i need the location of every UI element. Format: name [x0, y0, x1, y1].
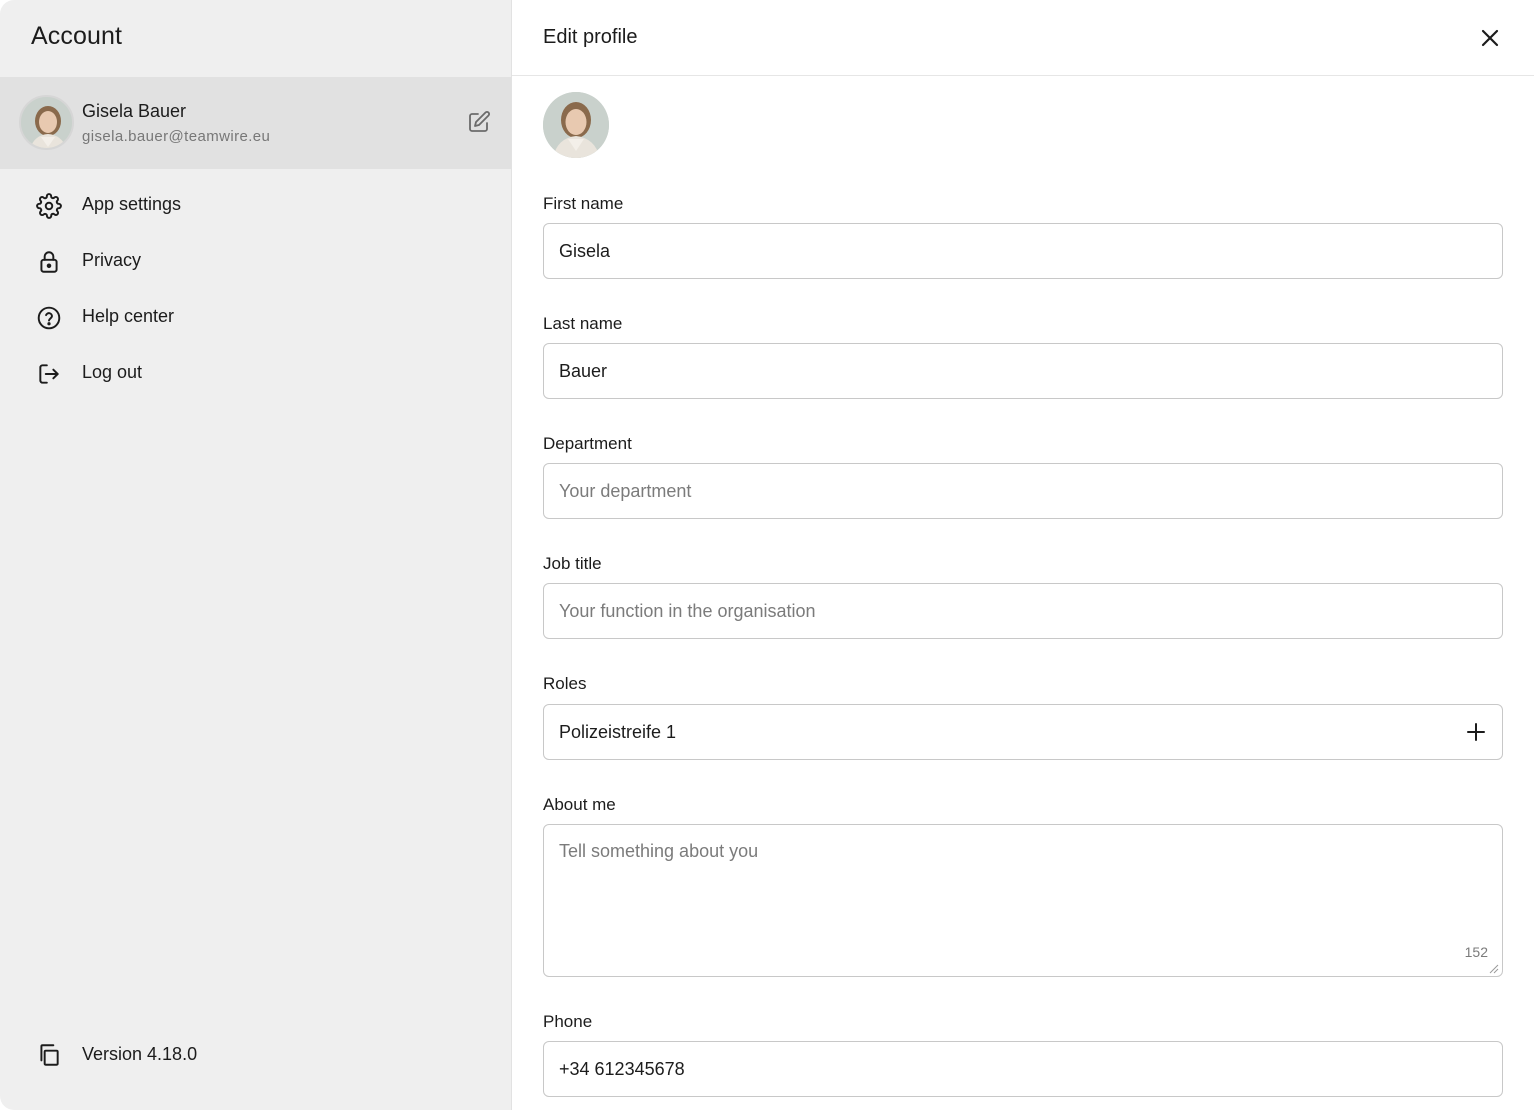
menu-item-label: Log out: [82, 362, 143, 382]
about-me-field: 152: [543, 824, 1503, 977]
logout-icon: [36, 361, 62, 387]
profile-email: gisela.bauer@teamwire.eu: [82, 128, 271, 145]
profile-card[interactable]: Gisela Bauer gisela.bauer@teamwire.eu: [0, 77, 511, 169]
copy-icon[interactable]: [36, 1042, 62, 1068]
help-circle-icon: [36, 305, 62, 331]
job-title-input[interactable]: [543, 583, 1503, 639]
version-label: Version 4.18.0: [82, 1044, 198, 1064]
about-me-label: About me: [543, 795, 616, 814]
last-name-input[interactable]: [543, 343, 1503, 399]
first-name-input[interactable]: [543, 223, 1503, 279]
department-input[interactable]: [543, 463, 1503, 519]
about-me-textarea[interactable]: [544, 825, 1502, 976]
menu-item-log-out[interactable]: Log out: [0, 349, 511, 397]
char-counter: 152: [1464, 944, 1488, 960]
profile-name: Gisela Bauer: [82, 101, 187, 121]
sidebar-title: Account: [31, 22, 123, 50]
app-window: Account Gisela Bauer gisela.bauer@teamwi…: [0, 0, 1534, 1110]
lock-icon: [36, 249, 62, 275]
account-sidebar: Account Gisela Bauer gisela.bauer@teamwi…: [0, 0, 512, 1110]
phone-input[interactable]: [543, 1041, 1503, 1097]
menu-item-label: App settings: [82, 194, 182, 214]
roles-label: Roles: [543, 674, 587, 693]
department-label: Department: [543, 434, 632, 453]
app-version: Version 4.18.0: [0, 1030, 511, 1078]
profile-photo[interactable]: [543, 92, 609, 158]
menu-item-label: Help center: [82, 306, 175, 326]
menu-item-label: Privacy: [82, 250, 142, 270]
job-title-label: Job title: [543, 554, 602, 573]
menu-item-help-center[interactable]: Help center: [0, 293, 511, 341]
resize-handle-icon[interactable]: [1487, 961, 1499, 974]
edit-profile-icon[interactable]: [467, 110, 491, 134]
first-name-label: First name: [543, 194, 624, 213]
gear-icon: [36, 193, 62, 219]
edit-profile-panel: Edit profile First name Last name Depart…: [512, 0, 1534, 1110]
panel-header: Edit profile: [512, 0, 1534, 76]
last-name-label: Last name: [543, 314, 623, 333]
menu-item-privacy[interactable]: Privacy: [0, 237, 511, 285]
add-role-icon[interactable]: [1465, 721, 1487, 743]
menu-item-app-settings[interactable]: App settings: [0, 181, 511, 229]
close-icon[interactable]: [1478, 26, 1502, 50]
phone-label: Phone: [543, 1012, 593, 1031]
roles-field[interactable]: Polizeistreife 1: [543, 704, 1503, 760]
avatar: [19, 95, 74, 150]
page-title: Edit profile: [543, 26, 638, 48]
role-value: Polizeistreife 1: [559, 722, 677, 742]
